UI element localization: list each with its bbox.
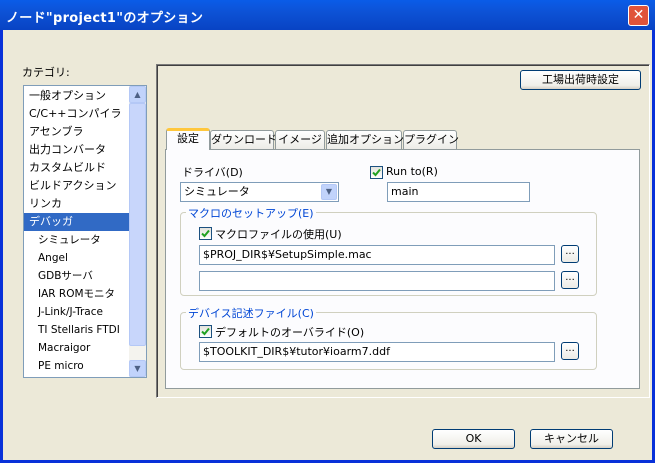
category-list[interactable]: 一般オプション C/C++コンパイラ アセンブラ 出力コンバータ カスタムビルド ビルドア… bbox=[23, 85, 147, 378]
chevron-down-icon: ▼ bbox=[134, 364, 141, 373]
category-item[interactable]: GDBサーバ bbox=[24, 267, 129, 285]
macro-setup-title: マクロのセットアップ(E) bbox=[186, 205, 316, 221]
browse-button-1[interactable]: ... bbox=[561, 245, 579, 263]
scroll-thumb[interactable] bbox=[129, 103, 146, 346]
chevron-down-icon: ▼ bbox=[325, 187, 333, 196]
tab-extra-options[interactable]: 追加オプション bbox=[326, 130, 404, 150]
category-item[interactable]: PE micro bbox=[24, 357, 129, 375]
category-items: 一般オプション C/C++コンパイラ アセンブラ 出力コンバータ カスタムビルド ビルドア… bbox=[24, 87, 129, 375]
run-to-input[interactable]: main bbox=[387, 182, 530, 202]
device-description-title: デバイス記述ファイル(C) bbox=[186, 305, 316, 321]
use-macro-checkbox[interactable] bbox=[199, 227, 212, 240]
category-item[interactable]: 一般オプション bbox=[24, 87, 129, 105]
category-item[interactable]: アセンブラ bbox=[24, 123, 129, 141]
category-item[interactable]: TI Stellaris FTDI bbox=[24, 321, 129, 339]
checkmark-icon bbox=[201, 229, 210, 238]
category-item[interactable]: シミュレータ bbox=[24, 231, 129, 249]
checkmark-icon bbox=[372, 168, 381, 177]
browse-button-2[interactable]: ... bbox=[561, 271, 579, 289]
category-item[interactable]: J-Link/J-Trace bbox=[24, 303, 129, 321]
driver-value: シミュレータ bbox=[184, 185, 250, 198]
driver-label: ドライバ(D) bbox=[182, 166, 243, 179]
category-item[interactable]: カスタムビルド bbox=[24, 159, 129, 177]
override-checkbox[interactable] bbox=[199, 325, 212, 338]
checkmark-icon bbox=[201, 327, 210, 336]
run-to-label: Run to(R) bbox=[386, 165, 438, 178]
close-icon: ✕ bbox=[632, 7, 645, 23]
cancel-button[interactable]: キャンセル bbox=[530, 429, 613, 449]
macro-file-input-1[interactable]: $PROJ_DIR$¥SetupSimple.mac bbox=[199, 245, 555, 265]
close-button[interactable]: ✕ bbox=[628, 5, 649, 26]
title-bar[interactable]: ノード"project1"のオプション ✕ bbox=[0, 0, 655, 30]
options-dialog: ノード"project1"のオプション ✕ カテゴリ: 一般オプション C/C++… bbox=[0, 0, 655, 463]
category-item[interactable]: Angel bbox=[24, 249, 129, 267]
use-macro-label: マクロファイルの使用(U) bbox=[215, 228, 342, 241]
scroll-up-button[interactable]: ▲ bbox=[129, 86, 146, 103]
category-item[interactable]: C/C++コンパイラ bbox=[24, 105, 129, 123]
category-item[interactable]: IAR ROMモニタ bbox=[24, 285, 129, 303]
category-scrollbar[interactable]: ▲ ▼ bbox=[129, 86, 146, 377]
category-item[interactable]: デバッガ bbox=[24, 213, 129, 231]
override-label: デフォルトのオーバライド(O) bbox=[215, 326, 365, 339]
category-item[interactable]: 出力コンバータ bbox=[24, 141, 129, 159]
category-item[interactable]: ビルドアクション bbox=[24, 177, 129, 195]
macro-file-input-2[interactable] bbox=[199, 271, 555, 291]
category-item[interactable]: Macraigor bbox=[24, 339, 129, 357]
tab-image[interactable]: イメージ bbox=[275, 130, 325, 150]
window-title: ノード"project1"のオプション bbox=[6, 11, 204, 26]
run-to-checkbox[interactable] bbox=[370, 166, 383, 179]
category-item[interactable]: リンカ bbox=[24, 195, 129, 213]
ok-button[interactable]: OK bbox=[432, 429, 515, 449]
device-file-input[interactable]: $TOOLKIT_DIR$¥tutor¥ioarm7.ddf bbox=[199, 342, 555, 362]
chevron-up-icon: ▲ bbox=[134, 90, 141, 99]
tab-plugins[interactable]: プラグイン bbox=[403, 130, 459, 150]
tab-settings[interactable]: 設定 bbox=[166, 128, 210, 150]
scroll-down-button[interactable]: ▼ bbox=[129, 360, 146, 377]
tab-download[interactable]: ダウンロード bbox=[210, 130, 277, 150]
driver-select[interactable]: シミュレータ ▼ bbox=[180, 182, 339, 202]
factory-settings-button[interactable]: 工場出荷時設定 bbox=[520, 70, 641, 90]
dropdown-button[interactable]: ▼ bbox=[321, 184, 337, 200]
browse-button-3[interactable]: ... bbox=[561, 342, 579, 360]
category-label: カテゴリ: bbox=[22, 66, 70, 79]
